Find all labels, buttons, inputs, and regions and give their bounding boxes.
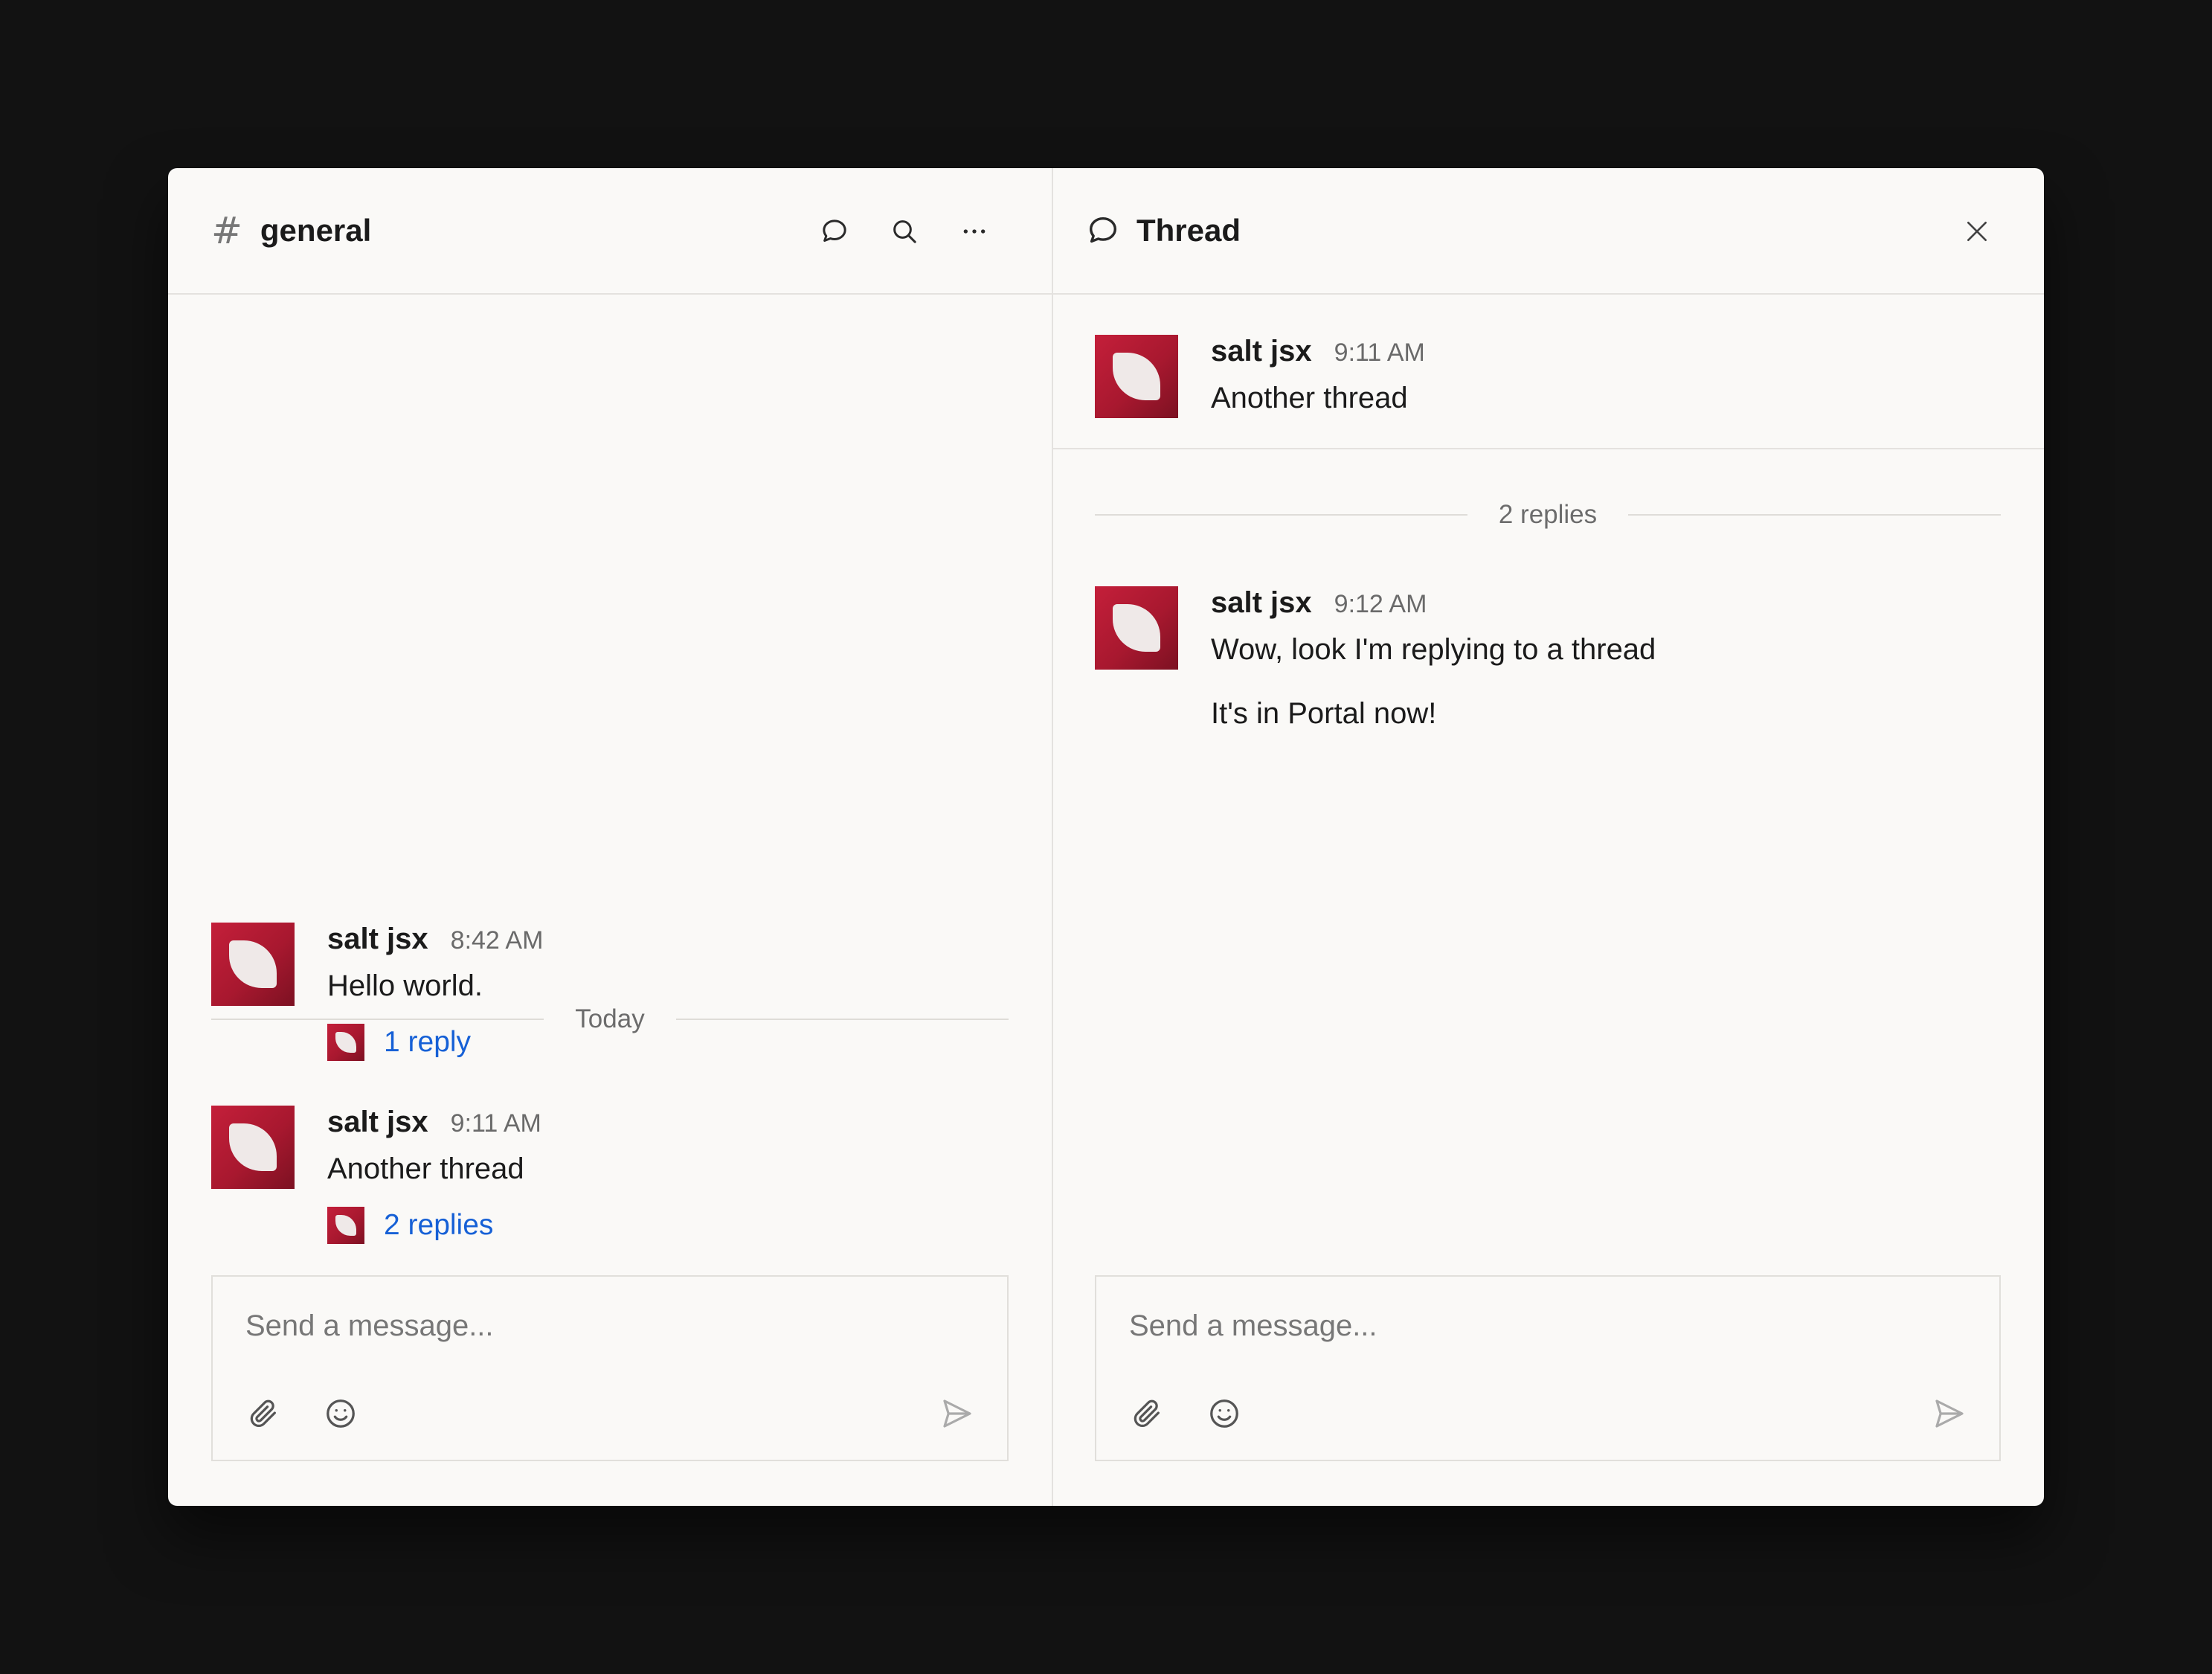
replies-separator-label: 2 replies [1498,500,1598,529]
message-time: 8:42 AM [450,926,544,955]
thread-root-message: salt jsx 9:11 AM Another thread [1053,296,2044,449]
avatar[interactable] [211,1106,295,1189]
channel-header-actions [817,168,992,295]
composer-tools [245,1396,359,1431]
message-text: Another thread [1211,382,1408,414]
message-time: 9:11 AM [450,1109,541,1138]
leaf-logo-icon [1113,604,1160,652]
more-horizontal-icon [963,229,986,234]
search-button[interactable] [887,214,922,249]
thread-replies-link[interactable]: 2 replies [327,1207,541,1244]
attach-button[interactable] [1129,1396,1165,1431]
emoji-button[interactable] [1206,1396,1242,1431]
send-button[interactable] [939,1396,974,1431]
send-button[interactable] [1931,1396,1967,1431]
message-body: salt jsx 8:42 AM Hello world. 1 reply [327,923,543,1061]
more-button[interactable] [957,214,992,249]
smiley-icon [327,1399,355,1428]
search-icon [893,220,916,243]
reply-count-link[interactable]: 2 replies [384,1209,493,1242]
message-author[interactable]: salt jsx [327,923,428,956]
avatar[interactable] [1095,335,1178,418]
paperclip-icon [250,1399,276,1428]
separator-line [1095,514,1467,516]
message-body: salt jsx 9:12 AM Wow, look I'm replying … [1211,586,1656,731]
reply-count-link[interactable]: 1 reply [384,1026,471,1059]
chat-window: # general Today salt jsx 8:42 AM Hello w… [168,168,2044,1506]
close-thread-button[interactable] [1959,214,1995,249]
message-meta: salt jsx 9:11 AM [1211,335,1425,368]
message-meta: salt jsx 8:42 AM [327,923,543,955]
message: salt jsx 9:11 AM Another thread 2 replie… [211,1106,541,1244]
message-text: Wow, look I'm replying to a thread [1211,633,1656,666]
thread-pane: Thread salt jsx 9:11 AM Another thread 2… [1053,168,2044,1506]
avatar[interactable] [1095,586,1178,670]
message-text: Hello world. [327,969,483,1002]
composer-tools [1129,1396,1242,1431]
message-author[interactable]: salt jsx [1211,335,1312,368]
send-icon [1935,1399,1964,1428]
send-icon [943,1399,971,1428]
separator-line [675,1019,1009,1020]
thread-header-actions [1959,168,1995,295]
channel-title: general [260,213,372,248]
channel-composer [211,1275,1009,1461]
message-author[interactable]: salt jsx [1211,586,1312,620]
message-author[interactable]: salt jsx [327,1106,428,1139]
hash-icon: # [211,209,242,252]
avatar[interactable] [211,923,295,1006]
message-body: salt jsx 9:11 AM Another thread [1211,335,1425,418]
message: salt jsx 8:42 AM Hello world. 1 reply [211,923,543,1061]
date-separator-label: Today [575,1004,645,1033]
thread-replies-link[interactable]: 1 reply [327,1024,543,1061]
message-body: salt jsx 9:11 AM Another thread 2 replie… [327,1106,541,1244]
message-text-second-paragraph: It's in Portal now! [1211,697,1437,730]
reply-avatar [327,1024,364,1061]
emoji-button[interactable] [323,1396,359,1431]
reply-avatar [327,1207,364,1244]
channel-pane: # general Today salt jsx 8:42 AM Hello w… [168,168,1053,1506]
message: salt jsx 9:11 AM Another thread [1095,335,1425,418]
thread-reply: salt jsx 9:12 AM Wow, look I'm replying … [1095,586,1656,731]
message-time: 9:12 AM [1334,590,1427,618]
thread-title: Thread [1136,213,1241,248]
message-meta: salt jsx 9:12 AM [1211,586,1656,619]
message-text: Another thread [327,1152,524,1185]
leaf-logo-icon [229,940,277,988]
attach-button[interactable] [245,1396,281,1431]
leaf-logo-icon [1113,353,1160,400]
thread-bubble-icon [1086,214,1120,248]
message-time: 9:11 AM [1334,339,1425,367]
threads-button[interactable] [817,214,852,249]
paperclip-icon [1134,1399,1160,1428]
close-icon [1967,222,1987,241]
leaf-logo-icon [335,1032,356,1053]
message-input[interactable] [245,1309,974,1343]
thread-message-input[interactable] [1129,1309,1967,1343]
replies-separator: 2 replies [1095,500,2002,530]
leaf-logo-icon [229,1123,277,1171]
leaf-logo-icon [335,1215,356,1236]
smiley-icon [1210,1399,1238,1428]
separator-line [1628,514,2002,516]
message-meta: salt jsx 9:11 AM [327,1106,541,1138]
channel-header: # general [168,168,1052,295]
speech-bubble-icon [823,219,846,242]
thread-composer [1095,1275,2001,1461]
thread-header: Thread [1053,168,2044,295]
